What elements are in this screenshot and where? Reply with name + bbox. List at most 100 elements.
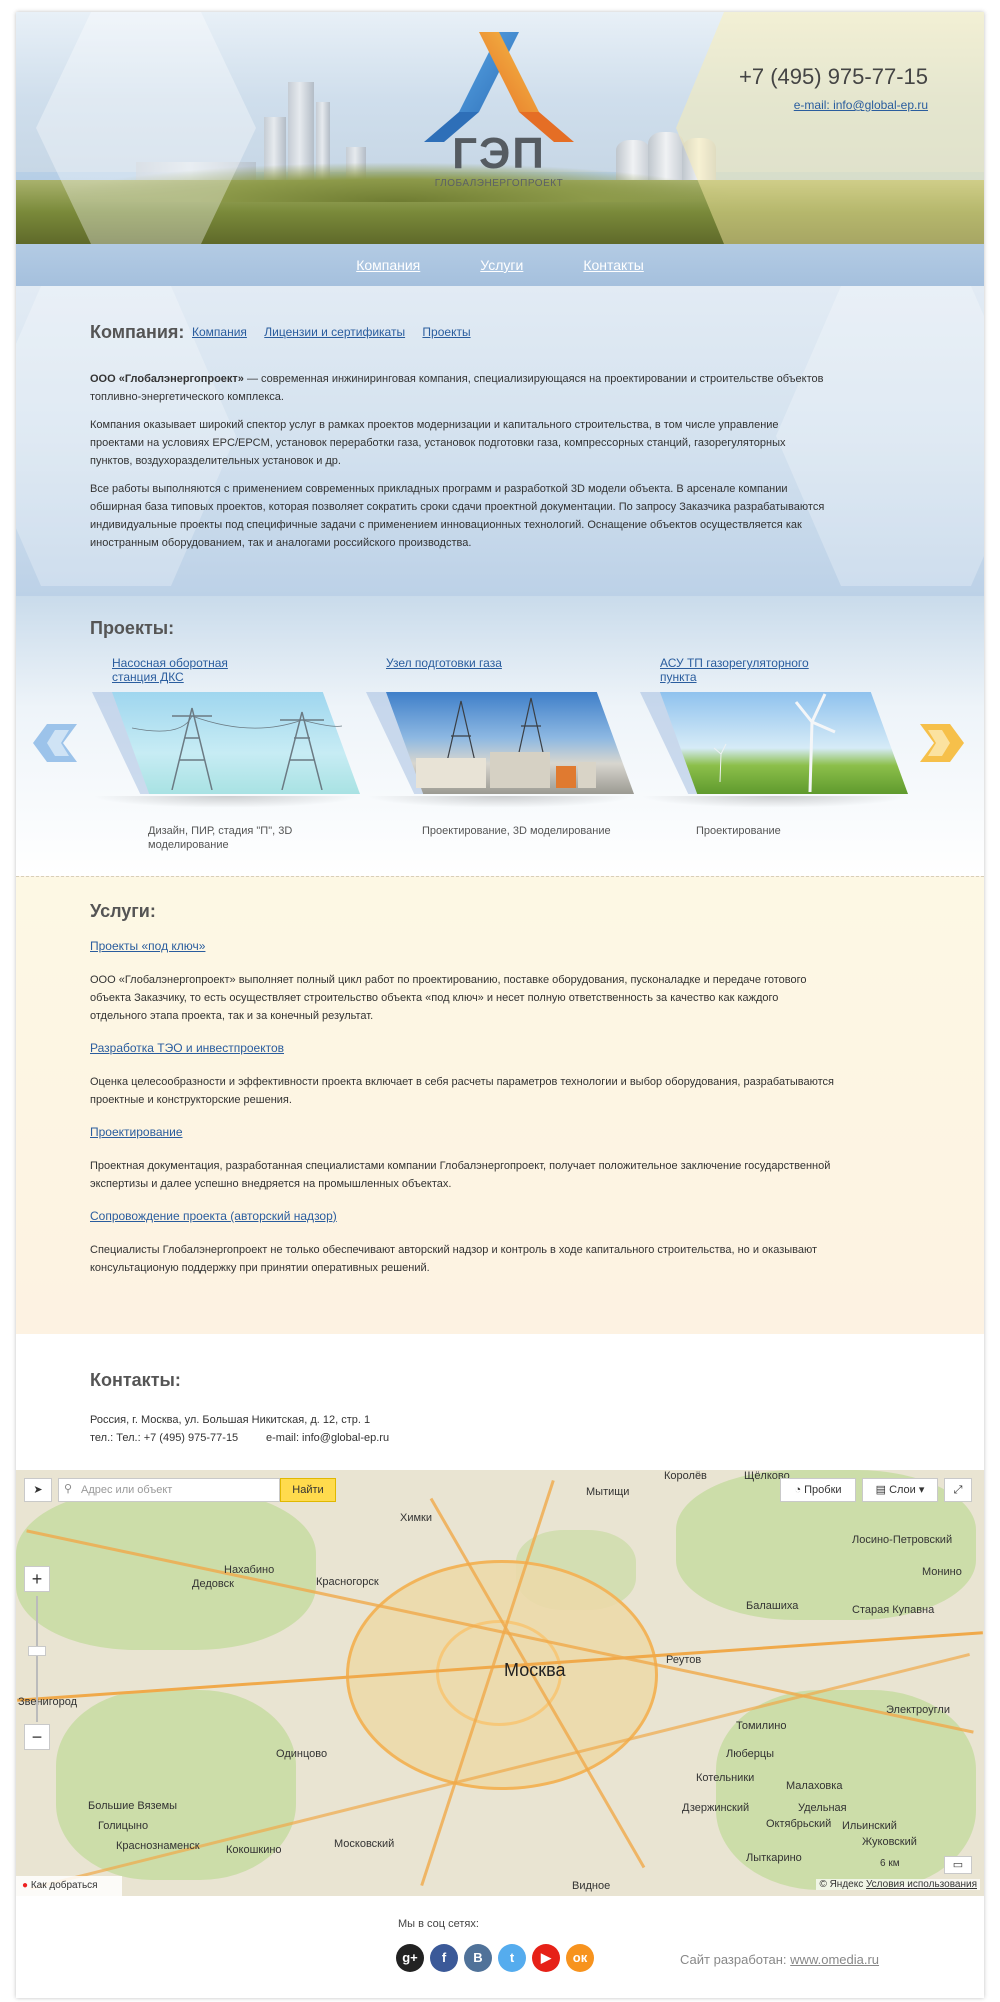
map-layers-button[interactable]: ▤ Слои ▾ [862,1478,938,1502]
map-terms-link[interactable]: Условия использования [866,1879,977,1890]
project-link-3[interactable]: АСУ ТП газорегуляторного пункта [660,656,820,684]
map-label: Королёв [664,1470,707,1482]
odnoklassniki-icon[interactable]: ок [566,1944,594,1972]
header-email-link[interactable]: e-mail: info@global-ep.ru [794,98,928,112]
project-caption-2: Проектирование, 3D моделирование [422,825,611,837]
google-plus-icon[interactable]: g+ [396,1944,424,1972]
map-label: Реутов [666,1654,702,1666]
map-label: Красногорск [316,1576,379,1588]
projects-section: Проекты: Насосная оборотная станция ДКС … [16,596,984,876]
map-label: Звенигород [18,1696,78,1708]
company-paragraph-2: Компания оказывает широкий спектор услуг… [90,419,786,467]
project-caption-1: Дизайн, ПИР, стадия "П", 3D моделировани… [148,825,293,851]
subnav-company[interactable]: Компания [192,325,247,339]
subnav-projects[interactable]: Проекты [422,325,470,339]
company-subnav: Компания Лицензии и сертификаты Проекты [192,325,485,339]
map-scale: 6 км [880,1858,900,1869]
minus-icon: − [31,1727,43,1747]
map-label: Дедовск [192,1578,234,1590]
service-link-turnkey[interactable]: Проекты «под ключ» [90,939,205,953]
carousel-prev-arrow-icon[interactable] [33,724,77,762]
geolocation-button[interactable]: ➤ [24,1478,52,1502]
contact-address: Россия, г. Москва, ул. Большая Никитская… [90,1414,371,1426]
company-paragraph-3: Все работы выполняются с применением сов… [90,483,825,549]
logo-subtitle: ГЛОБАЛЭНЕРГОПРОЕКТ [434,178,564,189]
map-label: Московский [334,1838,395,1850]
wind-turbine-icon [713,693,836,792]
map-label-moscow: Москва [504,1660,566,1680]
main-nav: Компания Услуги Контакты [16,244,984,286]
project-image-2[interactable] [366,692,634,794]
map-label: Котельники [696,1772,755,1784]
map-label: Ильинский [842,1820,897,1832]
map-label: Краснознаменск [116,1840,200,1852]
service-link-supervision[interactable]: Сопровождение проекта (авторский надзор) [90,1209,337,1223]
map-traffic-button[interactable]: ◔ Пробки [780,1478,856,1502]
location-arrow-icon: ➤ [33,1484,43,1496]
map-label: Электроугли [886,1704,950,1716]
map[interactable]: Москва Химки Мытищи Королёв Щёлково Крас… [16,1470,984,1896]
map-label: Томилино [736,1720,787,1732]
facebook-icon[interactable]: f [430,1944,458,1972]
footer: Мы в соц сетях: g+ f В t ▶ ок Сайт разра… [16,1896,984,1998]
map-label: Балашиха [746,1600,799,1612]
zoom-in-button[interactable]: + [24,1566,50,1592]
nav-item-services[interactable]: Услуги [480,244,523,286]
zoom-slider-handle[interactable] [28,1646,46,1656]
vkontakte-icon[interactable]: В [464,1944,492,1972]
project-caption-3: Проектирование [696,825,781,837]
map-label: Малаховка [786,1780,843,1792]
map-find-button[interactable]: Найти [280,1478,336,1502]
service-link-design[interactable]: Проектирование [90,1125,183,1139]
ruler-button[interactable]: ▭ [944,1856,972,1874]
map-label: Октябрьский [766,1818,832,1830]
carousel-next-arrow-icon[interactable] [920,724,964,762]
header-phone: +7 (495) 975-77-15 [739,64,928,89]
subnav-licenses[interactable]: Лицензии и сертификаты [264,325,405,339]
company-name: ООО «Глобалэнергопроект» [90,373,244,385]
map-label: Одинцово [276,1748,328,1760]
map-search-input[interactable]: Адрес или объект [58,1478,280,1502]
service-text-design: Проектная документация, разработанная сп… [90,1160,831,1190]
social-title: Мы в соц сетях: [398,1918,479,1930]
developer-credit: Сайт разработан: www.omedia.ru [680,1952,880,1967]
contact-phone: тел.: Тел.: +7 (495) 975-77-15 [90,1432,239,1444]
plus-icon: + [31,1569,43,1589]
project-link-2[interactable]: Узел подготовки газа [386,656,546,670]
nav-item-contacts[interactable]: Контакты [583,244,643,286]
map-label: Мытищи [586,1486,630,1498]
map-label: Большие Вяземы [88,1800,178,1812]
youtube-icon[interactable]: ▶ [532,1944,560,1972]
project-image-3[interactable] [640,692,908,794]
service-text-supervision: Специалисты Глобалэнергопроект не только… [90,1244,818,1274]
company-paragraph-1: ООО «Глобалэнергопроект» — современная и… [90,373,824,403]
company-section: Компания: Компания Лицензии и сертификат… [16,286,984,596]
substation-icon [416,697,596,788]
map-label: Удельная [798,1802,847,1814]
map-route-button[interactable]: ● Как добраться [16,1876,122,1896]
fullscreen-button[interactable]: ⤢ [944,1478,972,1502]
zoom-out-button[interactable]: − [24,1724,50,1750]
contacts-title: Контакты: [90,1370,181,1390]
zoom-slider-track[interactable] [36,1596,38,1722]
nav-item-company[interactable]: Компания [356,244,420,286]
power-line-icon [132,707,342,790]
layers-icon: ▤ [875,1484,890,1496]
page: ГЭП ГЛОБАЛЭНЕРГОПРОЕКТ +7 (495) 975-77-1… [16,12,984,1998]
project-link-1[interactable]: Насосная оборотная станция ДКС [112,656,272,684]
service-text-turnkey: ООО «Глобалэнергопроект» выполняет полны… [90,974,807,1022]
traffic-icon: ◔ [794,1484,805,1496]
search-icon: ⚲ [64,1483,73,1495]
map-label: Химки [400,1512,433,1524]
map-label: Нахабино [224,1564,275,1576]
developer-link[interactable]: www.omedia.ru [790,1952,879,1967]
twitter-icon[interactable]: t [498,1944,526,1972]
services-section: Услуги: Проекты «под ключ» ООО «Глобалэн… [16,876,984,1336]
project-image-1[interactable] [92,692,360,794]
logo-text: ГЭП [452,129,546,178]
contact-email: e-mail: info@global-ep.ru [266,1432,390,1444]
map-label: Монино [922,1566,962,1578]
contacts-section: Контакты: Россия, г. Москва, ул. Большая… [16,1334,984,1470]
service-link-feasibility[interactable]: Разработка ТЭО и инвестпроектов [90,1041,284,1055]
map-label: Видное [572,1880,611,1892]
